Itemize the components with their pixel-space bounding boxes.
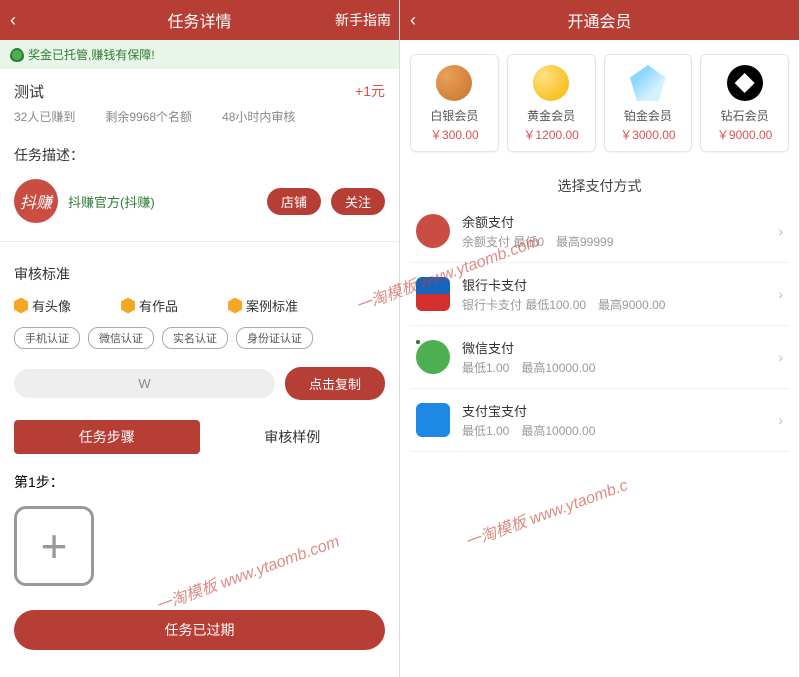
wechat-icon — [416, 340, 450, 374]
payment-title: 选择支付方式 — [400, 162, 799, 200]
earned-count: 32人已赚到 — [14, 108, 75, 125]
task-reward: +1元 — [355, 81, 385, 102]
tab-steps[interactable]: 任务步骤 — [14, 420, 200, 454]
tag-realname: 实名认证 — [162, 327, 228, 349]
shop-avatar[interactable]: 抖赚 — [14, 179, 58, 223]
header: ‹ 开通会员 — [400, 0, 799, 40]
tag-row: 手机认证 微信认证 实名认证 身份证认证 — [0, 319, 399, 357]
back-icon[interactable]: ‹ — [410, 10, 416, 31]
balance-icon — [416, 214, 450, 248]
notice-text: 奖金已托管,赚钱有保障! — [28, 46, 155, 63]
copy-value[interactable]: W — [14, 369, 275, 398]
task-detail-screen: ‹ 任务详情 新手指南 奖金已托管,赚钱有保障! 测试 +1元 32人已赚到 剩… — [0, 0, 400, 677]
pay-bank[interactable]: 银行卡支付银行卡支付 最低100.00 最高9000.00 › — [410, 263, 789, 326]
tier-diamond[interactable]: 钻石会员￥9000.00 — [700, 54, 789, 152]
step-label: 第1步： — [0, 464, 399, 500]
review-time: 48小时内审核 — [222, 108, 295, 125]
bank-icon — [416, 277, 450, 311]
pay-balance[interactable]: 余额支付余额支付 最低0 最高99999 › — [410, 200, 789, 263]
tab-samples[interactable]: 审核样例 — [200, 420, 386, 454]
tier-gold[interactable]: 黄金会员￥1200.00 — [507, 54, 596, 152]
std-works: 有作品 — [121, 296, 178, 315]
copy-button[interactable]: 点击复制 — [285, 367, 385, 400]
badge-icon — [14, 298, 28, 314]
copy-row: W 点击复制 — [0, 357, 399, 410]
tier-silver[interactable]: 白银会员￥300.00 — [410, 54, 499, 152]
expired-button[interactable]: 任务已过期 — [14, 610, 385, 650]
guide-link[interactable]: 新手指南 — [335, 10, 391, 30]
task-name: 测试 — [14, 81, 44, 102]
standards-row: 有头像 有作品 案例标准 — [0, 292, 399, 319]
chevron-right-icon: › — [778, 349, 783, 365]
std-case: 案例标准 — [228, 296, 298, 315]
pay-alipay[interactable]: 支付宝支付最低1.00 最高10000.00 › — [410, 389, 789, 452]
chevron-right-icon: › — [778, 286, 783, 302]
shield-icon — [10, 48, 24, 62]
shop-button[interactable]: 店铺 — [267, 188, 321, 215]
back-icon[interactable]: ‹ — [10, 10, 16, 31]
standards-label: 审核标准 — [0, 254, 399, 292]
payment-list: 余额支付余额支付 最低0 最高99999 › 银行卡支付银行卡支付 最低100.… — [400, 200, 799, 452]
chevron-right-icon: › — [778, 223, 783, 239]
shop-name[interactable]: 抖赚官方(抖赚) — [68, 192, 257, 211]
diamond-icon — [630, 65, 666, 101]
badge-icon — [228, 298, 242, 314]
membership-screen: ‹ 开通会员 白银会员￥300.00 黄金会员￥1200.00 铂金会员￥300… — [400, 0, 800, 677]
tier-cards: 白银会员￥300.00 黄金会员￥1200.00 铂金会员￥3000.00 钻石… — [400, 40, 799, 162]
tabs: 任务步骤 审核样例 — [0, 410, 399, 464]
alipay-icon — [416, 403, 450, 437]
desc-label: 任务描述： — [0, 135, 399, 173]
remain-count: 剩余9968个名额 — [105, 108, 192, 125]
tag-phone: 手机认证 — [14, 327, 80, 349]
divider — [0, 241, 399, 242]
follow-button[interactable]: 关注 — [331, 188, 385, 215]
header: ‹ 任务详情 新手指南 — [0, 0, 399, 40]
badge-icon — [121, 298, 135, 314]
pay-wechat[interactable]: 微信支付最低1.00 最高10000.00 › — [410, 326, 789, 389]
shop-row: 抖赚 抖赚官方(抖赚) 店铺 关注 — [0, 173, 399, 229]
silver-icon — [436, 65, 472, 101]
header-title: 开通会员 — [567, 8, 631, 32]
header-title: 任务详情 — [167, 8, 231, 32]
diamond-icon — [727, 65, 763, 101]
plus-icon: + — [41, 519, 68, 573]
gold-icon — [533, 65, 569, 101]
tier-platinum[interactable]: 铂金会员￥3000.00 — [604, 54, 693, 152]
notice-bar: 奖金已托管,赚钱有保障! — [0, 40, 399, 69]
std-avatar: 有头像 — [14, 296, 71, 315]
tag-id: 身份证认证 — [236, 327, 313, 349]
task-meta: 32人已赚到 剩余9968个名额 48小时内审核 — [0, 104, 399, 135]
tag-wechat: 微信认证 — [88, 327, 154, 349]
upload-box[interactable]: + — [14, 506, 94, 586]
chevron-right-icon: › — [778, 412, 783, 428]
task-title-row: 测试 +1元 — [0, 69, 399, 104]
